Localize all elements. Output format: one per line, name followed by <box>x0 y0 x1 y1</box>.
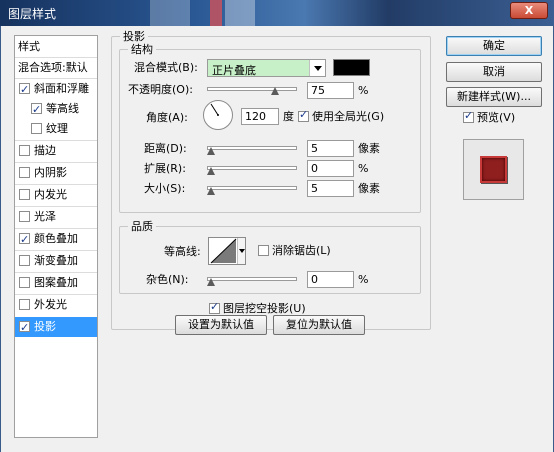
spread-label: 扩展(R): <box>144 162 186 175</box>
structure-title: 结构 <box>128 43 156 56</box>
list-item-outer-glow[interactable]: 外发光 <box>15 295 97 315</box>
size-label: 大小(S): <box>144 182 186 195</box>
distance-slider-thumb[interactable] <box>207 147 215 155</box>
list-item-contour[interactable]: 等高线 <box>15 99 97 119</box>
inner-glow-checkbox[interactable] <box>19 189 30 200</box>
opacity-label: 不透明度(O): <box>128 83 193 96</box>
noise-slider-thumb[interactable] <box>207 278 215 286</box>
drop-shadow-title: 投影 <box>120 30 148 43</box>
spread-slider-thumb[interactable] <box>207 167 215 175</box>
chevron-down-icon <box>239 249 245 253</box>
distance-input[interactable]: 5 <box>307 140 354 157</box>
window-title: 图层样式 <box>8 7 57 21</box>
contour-curve-icon <box>210 238 237 264</box>
list-item-blending-options[interactable]: 混合选项:默认 <box>15 58 97 78</box>
title-bar-decoration-red <box>210 0 222 26</box>
quality-group: 品质 等高线: 消除锯齿(L) 杂色(N): 0 % <box>119 220 421 294</box>
knockout-label: 图层挖空投影(U) <box>223 302 306 315</box>
opacity-unit: % <box>358 84 369 97</box>
blend-mode-label: 混合模式(B): <box>134 61 198 74</box>
noise-slider[interactable] <box>207 277 297 281</box>
opacity-input[interactable]: 75 <box>307 82 354 99</box>
angle-dial-needle-icon <box>210 103 219 116</box>
spread-input[interactable]: 0 <box>307 160 354 177</box>
size-slider-thumb[interactable] <box>207 187 215 195</box>
angle-dial[interactable] <box>203 100 233 130</box>
noise-input[interactable]: 0 <box>307 271 354 288</box>
blend-mode-dropdown[interactable] <box>309 60 325 76</box>
styles-list: 样式 混合选项:默认 斜面和浮雕 等高线 纹理 描边 内阴影 内发光 <box>14 35 98 438</box>
global-light-label: 使用全局光(G) <box>312 110 385 123</box>
list-item-stroke[interactable]: 描边 <box>15 141 97 161</box>
list-item-gradient-overlay[interactable]: 渐变叠加 <box>15 251 97 271</box>
stroke-checkbox[interactable] <box>19 145 30 156</box>
list-item-satin[interactable]: 光泽 <box>15 207 97 227</box>
texture-checkbox[interactable] <box>31 123 42 134</box>
quality-title: 品质 <box>128 220 156 233</box>
blend-mode-select[interactable]: 正片叠底 <box>207 59 326 77</box>
distance-unit: 像素 <box>358 142 380 155</box>
make-default-button[interactable]: 设置为默认值 <box>175 315 267 335</box>
new-style-button[interactable]: 新建样式(W)... <box>446 87 542 107</box>
size-slider[interactable] <box>207 186 297 190</box>
blend-mode-value: 正片叠底 <box>212 64 256 77</box>
opacity-slider[interactable] <box>207 87 297 91</box>
pattern-overlay-checkbox[interactable] <box>19 277 30 288</box>
structure-group: 结构 混合模式(B): 正片叠底 不透明度(O): 75 % 角度(A): 12… <box>119 43 421 213</box>
drop-shadow-checkbox[interactable] <box>19 318 30 337</box>
list-item-inner-glow[interactable]: 内发光 <box>15 185 97 205</box>
preview-checkbox[interactable] <box>463 109 474 123</box>
noise-label: 杂色(N): <box>146 273 189 286</box>
chevron-down-icon <box>314 66 322 71</box>
reset-default-button[interactable]: 复位为默认值 <box>273 315 365 335</box>
preview-swatch <box>480 156 507 183</box>
list-item-color-overlay[interactable]: 颜色叠加 <box>15 229 97 249</box>
shadow-color-swatch[interactable] <box>333 59 370 76</box>
layer-style-dialog: 样式 混合选项:默认 斜面和浮雕 等高线 纹理 描边 内阴影 内发光 <box>0 26 554 452</box>
angle-unit: 度 <box>283 110 294 123</box>
noise-unit: % <box>358 273 369 286</box>
preview-label: 预览(V) <box>477 111 516 124</box>
spread-unit: % <box>358 162 369 175</box>
outer-glow-checkbox[interactable] <box>19 299 30 310</box>
list-item-inner-shadow[interactable]: 内阴影 <box>15 163 97 183</box>
knockout-checkbox[interactable] <box>209 300 220 314</box>
inner-shadow-checkbox[interactable] <box>19 167 30 178</box>
ok-button[interactable]: 确定 <box>446 36 542 56</box>
close-button[interactable]: X <box>510 2 548 19</box>
size-input[interactable]: 5 <box>307 180 354 197</box>
list-item-pattern-overlay[interactable]: 图案叠加 <box>15 273 97 293</box>
angle-label: 角度(A): <box>146 111 188 124</box>
list-item-drop-shadow[interactable]: 投影 <box>15 317 97 337</box>
anti-alias-checkbox[interactable] <box>258 245 269 256</box>
color-overlay-checkbox[interactable] <box>19 230 30 249</box>
global-light-checkbox[interactable] <box>298 108 309 122</box>
list-item-styles[interactable]: 样式 <box>15 37 97 57</box>
contour-checkbox[interactable] <box>31 100 42 119</box>
size-unit: 像素 <box>358 182 380 195</box>
opacity-slider-thumb[interactable] <box>271 87 279 95</box>
bevel-emboss-checkbox[interactable] <box>19 80 30 99</box>
anti-alias-label: 消除锯齿(L) <box>272 244 331 257</box>
gradient-overlay-checkbox[interactable] <box>19 255 30 266</box>
contour-picker[interactable] <box>208 237 246 265</box>
list-item-bevel-emboss[interactable]: 斜面和浮雕 <box>15 79 97 99</box>
angle-input[interactable]: 120 <box>241 108 279 125</box>
contour-dropdown[interactable] <box>237 238 245 264</box>
drop-shadow-panel: 投影 结构 混合模式(B): 正片叠底 不透明度(O): 75 % 角度(A): <box>111 30 431 330</box>
distance-slider[interactable] <box>207 146 297 150</box>
spread-slider[interactable] <box>207 166 297 170</box>
contour-label: 等高线: <box>164 245 201 258</box>
title-bar-decoration <box>150 0 190 26</box>
distance-label: 距离(D): <box>144 142 187 155</box>
style-preview <box>463 139 524 200</box>
satin-checkbox[interactable] <box>19 211 30 222</box>
title-bar-decoration-light <box>225 0 255 26</box>
list-item-texture[interactable]: 纹理 <box>15 119 97 139</box>
title-bar: 图层样式 X <box>0 0 554 26</box>
cancel-button[interactable]: 取消 <box>446 62 542 82</box>
